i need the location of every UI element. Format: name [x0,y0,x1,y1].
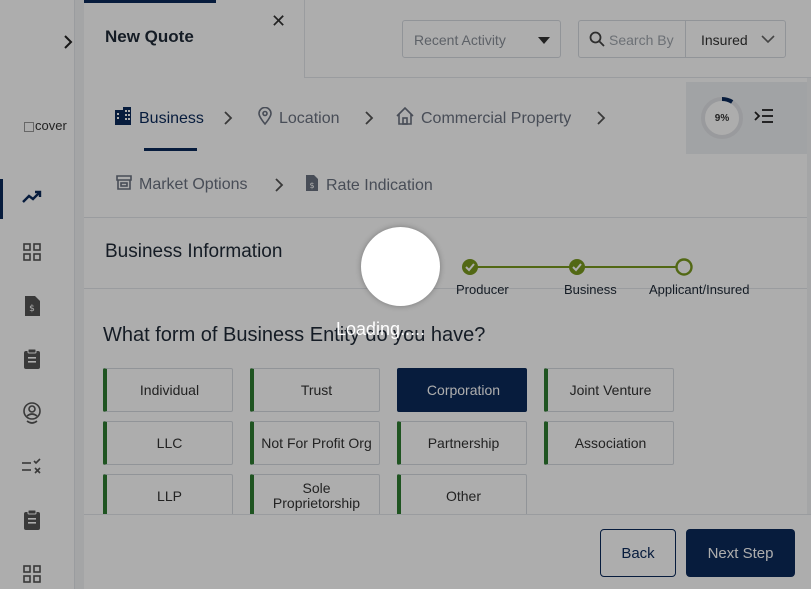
loading-spinner [361,227,440,306]
loading-overlay: Loading..... [0,0,811,589]
loading-text: Loading..... [336,319,426,339]
